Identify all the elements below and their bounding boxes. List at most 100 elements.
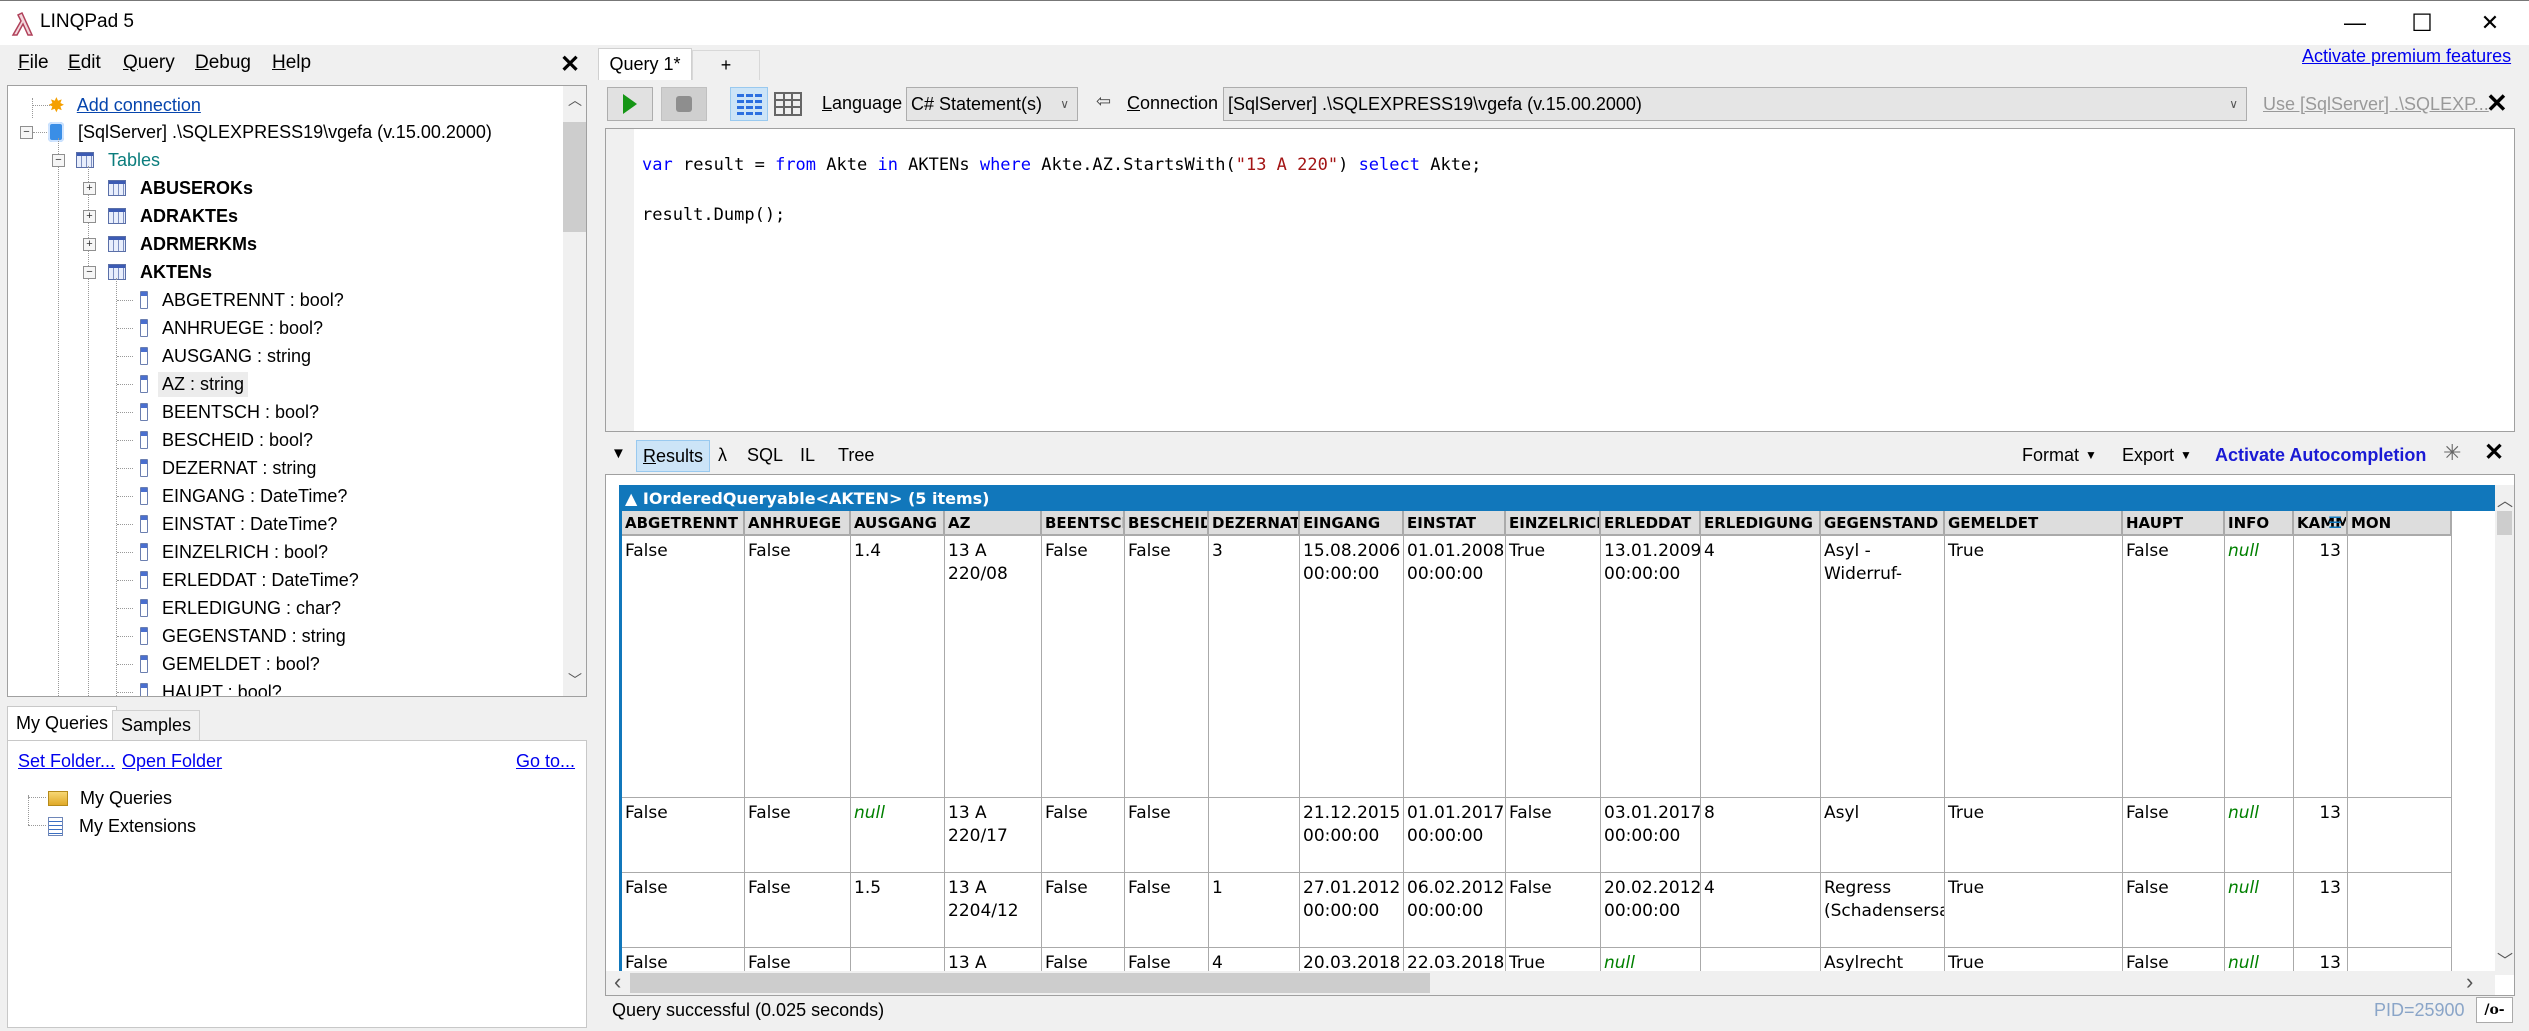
data-grid-results-toggle[interactable] (770, 87, 806, 121)
optimization-toggle-button[interactable]: /o- (2476, 997, 2513, 1023)
column-node[interactable]: GEMELDET : bool? (140, 651, 320, 677)
tab-my-queries[interactable]: My Queries (7, 706, 118, 740)
expand-table-toggle[interactable]: + (83, 238, 96, 251)
scroll-right-icon[interactable]: › (2466, 969, 2473, 995)
scroll-down-icon[interactable]: ﹀ (568, 670, 582, 690)
column-node[interactable]: EINZELRICH : bool? (140, 539, 328, 565)
tab-sql[interactable]: SQL (747, 440, 783, 470)
column-node[interactable]: GEGENSTAND : string (140, 623, 346, 649)
set-folder-link[interactable]: Set Folder... (18, 751, 115, 772)
results-hscroll-thumb[interactable] (630, 973, 1430, 993)
column-node[interactable]: EINGANG : DateTime? (140, 483, 347, 509)
menu-query[interactable]: Query (123, 52, 175, 74)
tree-scroll-thumb[interactable] (563, 122, 586, 232)
run-button[interactable] (607, 87, 653, 121)
column-menu-icon[interactable]: ☰ (2328, 513, 2342, 533)
close-results-icon[interactable]: ✕ (2484, 438, 2504, 467)
scroll-up-icon[interactable]: ︿ (2497, 487, 2513, 511)
column-header[interactable]: BESCHEID (1125, 511, 1209, 536)
table-node-aktens[interactable]: AKTENs (108, 259, 212, 285)
column-node[interactable]: HAUPT : bool? (140, 679, 282, 696)
rich-text-results-toggle[interactable] (730, 87, 768, 121)
column-node[interactable]: EINSTAT : DateTime? (140, 511, 337, 537)
scroll-down-icon[interactable]: ﹀ (2497, 947, 2513, 971)
column-node[interactable]: AUSGANG : string (140, 343, 311, 369)
go-to-link[interactable]: Go to... (516, 751, 575, 772)
column-node[interactable]: ERLEDIGUNG : char? (140, 595, 341, 621)
column-node[interactable]: ABGETRENNT : bool? (140, 287, 344, 313)
stop-button[interactable] (661, 87, 707, 121)
column-header[interactable]: AUSGANG (851, 511, 945, 536)
tab-results[interactable]: Results (636, 440, 711, 472)
menu-edit[interactable]: Edit (68, 52, 101, 74)
tab-query-1[interactable]: Query 1* (598, 48, 692, 80)
column-node[interactable]: ERLEDDAT : DateTime? (140, 567, 359, 593)
column-header[interactable]: EINSTAT (1404, 511, 1506, 536)
tree-vertical-scrollbar[interactable]: ︿ ﹀ (563, 86, 586, 696)
table-node-abuseroks[interactable]: ABUSEROKs (108, 175, 253, 201)
tree-line (117, 328, 133, 329)
column-header[interactable]: HAUPT (2123, 511, 2225, 536)
menu-help[interactable]: Help (272, 52, 311, 74)
results-scroll-thumb[interactable] (2497, 511, 2512, 535)
add-connection-item[interactable]: ✸ Add connection (48, 92, 201, 118)
results-vertical-scrollbar[interactable]: ︿ ﹀ (2495, 485, 2514, 975)
column-node[interactable]: BEENTSCH : bool? (140, 399, 319, 425)
column-header[interactable]: INFO (2225, 511, 2294, 536)
collapse-connection-toggle[interactable]: − (20, 126, 33, 139)
minimize-button[interactable]: — (2320, 1, 2390, 45)
column-header[interactable]: MON (2348, 511, 2452, 536)
tab-tree[interactable]: Tree (838, 440, 874, 470)
column-header[interactable]: AZ (945, 511, 1042, 536)
scroll-left-icon[interactable]: ‹ (614, 969, 621, 995)
connection-select[interactable]: [SqlServer] .\SQLEXPRESS19\vgefa (v.15.0… (1223, 87, 2247, 121)
column-header[interactable]: ERLEDIGUNG (1701, 511, 1821, 536)
code-editor[interactable]: var result = from Akte in AKTENs where A… (605, 128, 2515, 432)
export-menu[interactable]: Export ▼ (2122, 440, 2192, 470)
column-header[interactable]: BEENTSCH (1042, 511, 1125, 536)
menu-debug[interactable]: Debug (195, 52, 251, 74)
maximize-button[interactable]: ☐ (2387, 1, 2457, 45)
column-header[interactable]: GEGENSTAND (1821, 511, 1945, 536)
close-query-icon[interactable]: ✕ (2486, 88, 2508, 119)
close-left-panel-icon[interactable]: ✕ (560, 50, 580, 79)
language-select[interactable]: C# Statement(s) ∨ (906, 87, 1078, 121)
connection-tree[interactable]: ✸ Add connection − [SqlServer] .\SQLEXPR… (7, 85, 587, 697)
column-node[interactable]: ANHRUEGE : bool? (140, 315, 323, 341)
tab-lambda[interactable]: λ (718, 440, 727, 470)
tab-il[interactable]: IL (800, 440, 815, 470)
column-header[interactable]: ANHRUEGE (745, 511, 851, 536)
column-node[interactable]: BESCHEID : bool? (140, 427, 313, 453)
activate-premium-link[interactable]: Activate premium features (2302, 46, 2511, 67)
table-node-adrmerkms[interactable]: ADRMERKMs (108, 231, 257, 257)
results-horizontal-scrollbar[interactable]: ‹ › (606, 969, 2495, 995)
add-connection-link[interactable]: Add connection (77, 95, 201, 116)
column-header[interactable]: ABGETRENNT (622, 511, 745, 536)
use-connection-link[interactable]: Use [SqlServer] .\SQLEXP... (2263, 94, 2489, 115)
column-header[interactable]: DEZERNAT (1209, 511, 1300, 536)
column-node[interactable]: DEZERNAT : string (140, 455, 316, 481)
collapse-results-icon[interactable]: ▼ (611, 445, 626, 462)
column-node[interactable]: AZ : string (140, 371, 249, 397)
table-node-adraktes[interactable]: ADRAKTEs (108, 203, 238, 229)
open-folder-link[interactable]: Open Folder (122, 751, 222, 772)
column-header[interactable]: ERLEDDAT (1601, 511, 1701, 536)
scroll-up-icon[interactable]: ︿ (568, 90, 582, 110)
expand-table-toggle[interactable]: + (83, 182, 96, 195)
menu-file[interactable]: File (18, 52, 49, 74)
tab-samples[interactable]: Samples (112, 710, 201, 740)
format-menu[interactable]: Format ▼ (2022, 440, 2097, 470)
my-queries-folder[interactable]: My Queries (48, 785, 172, 811)
collapse-tables-toggle[interactable]: − (52, 154, 65, 167)
results-title[interactable]: ▲ IOrderedQueryable<AKTEN> (5 items) (619, 485, 2497, 511)
collapse-table-toggle[interactable]: − (83, 266, 96, 279)
column-header[interactable]: EINGANG (1300, 511, 1404, 536)
new-query-tab[interactable]: + (692, 50, 760, 80)
my-extensions-item[interactable]: My Extensions (48, 813, 196, 839)
connection-item[interactable]: [SqlServer] .\SQLEXPRESS19\vgefa (v.15.0… (48, 119, 492, 145)
column-header[interactable]: GEMELDET (1945, 511, 2123, 536)
close-window-button[interactable]: ✕ (2455, 1, 2525, 45)
column-header[interactable]: EINZELRICH (1506, 511, 1601, 536)
expand-table-toggle[interactable]: + (83, 210, 96, 223)
activate-autocompletion-link[interactable]: Activate Autocompletion (2215, 440, 2426, 470)
